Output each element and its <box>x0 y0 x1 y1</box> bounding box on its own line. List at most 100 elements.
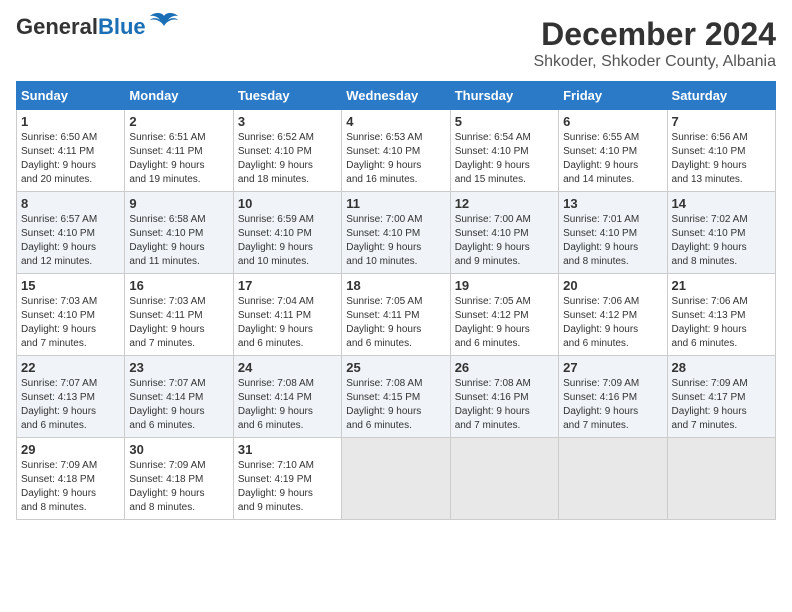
calendar-day-cell <box>559 438 667 520</box>
day-number: 7 <box>672 114 771 129</box>
day-info: Sunrise: 6:52 AMSunset: 4:10 PMDaylight:… <box>238 131 337 187</box>
calendar-day-cell: 9 Sunrise: 6:58 AMSunset: 4:10 PMDaylight… <box>125 192 233 274</box>
calendar-day-cell: 27 Sunrise: 7:09 AMSunset: 4:16 PMDayligh… <box>559 356 667 438</box>
calendar-day-cell: 11 Sunrise: 7:00 AMSunset: 4:10 PMDayligh… <box>342 192 450 274</box>
day-number: 6 <box>563 114 662 129</box>
weekday-header-wednesday: Wednesday <box>342 82 450 110</box>
calendar-body: 1Sunrise: 6:50 AMSunset: 4:11 PMDaylight… <box>17 110 776 520</box>
day-info: Sunrise: 7:00 AMSunset: 4:10 PMDaylight:… <box>346 213 445 269</box>
day-info: Sunrise: 7:08 AMSunset: 4:16 PMDaylight:… <box>455 377 554 433</box>
calendar-day-cell: 6 Sunrise: 6:55 AMSunset: 4:10 PMDaylight… <box>559 110 667 192</box>
calendar-day-cell: 23 Sunrise: 7:07 AMSunset: 4:14 PMDayligh… <box>125 356 233 438</box>
day-number: 11 <box>346 196 445 211</box>
day-number: 22 <box>21 360 120 375</box>
calendar-day-cell: 1Sunrise: 6:50 AMSunset: 4:11 PMDaylight… <box>17 110 125 192</box>
day-number: 25 <box>346 360 445 375</box>
day-info: Sunrise: 6:54 AMSunset: 4:10 PMDaylight:… <box>455 131 554 187</box>
calendar-day-cell <box>342 438 450 520</box>
day-number: 23 <box>129 360 228 375</box>
calendar-day-cell: 17 Sunrise: 7:04 AMSunset: 4:11 PMDayligh… <box>233 274 341 356</box>
weekday-header-sunday: Sunday <box>17 82 125 110</box>
day-info: Sunrise: 7:03 AMSunset: 4:11 PMDaylight:… <box>129 295 228 351</box>
calendar-day-cell: 8Sunrise: 6:57 AMSunset: 4:10 PMDaylight… <box>17 192 125 274</box>
day-number: 31 <box>238 442 337 457</box>
day-number: 9 <box>129 196 228 211</box>
calendar-week-row: 22Sunrise: 7:07 AMSunset: 4:13 PMDayligh… <box>17 356 776 438</box>
weekday-header-monday: Monday <box>125 82 233 110</box>
weekday-header-tuesday: Tuesday <box>233 82 341 110</box>
calendar-day-cell: 20 Sunrise: 7:06 AMSunset: 4:12 PMDayligh… <box>559 274 667 356</box>
day-number: 18 <box>346 278 445 293</box>
weekday-row: SundayMondayTuesdayWednesdayThursdayFrid… <box>17 82 776 110</box>
calendar-day-cell: 21 Sunrise: 7:06 AMSunset: 4:13 PMDayligh… <box>667 274 775 356</box>
calendar-week-row: 15Sunrise: 7:03 AMSunset: 4:10 PMDayligh… <box>17 274 776 356</box>
calendar-day-cell: 18 Sunrise: 7:05 AMSunset: 4:11 PMDayligh… <box>342 274 450 356</box>
day-number: 27 <box>563 360 662 375</box>
calendar-day-cell: 30 Sunrise: 7:09 AMSunset: 4:18 PMDayligh… <box>125 438 233 520</box>
day-info: Sunrise: 7:09 AMSunset: 4:18 PMDaylight:… <box>21 459 120 515</box>
day-info: Sunrise: 7:06 AMSunset: 4:13 PMDaylight:… <box>672 295 771 351</box>
day-number: 29 <box>21 442 120 457</box>
calendar-day-cell: 14 Sunrise: 7:02 AMSunset: 4:10 PMDayligh… <box>667 192 775 274</box>
page-subtitle: Shkoder, Shkoder County, Albania <box>533 53 776 71</box>
day-number: 13 <box>563 196 662 211</box>
day-info: Sunrise: 6:50 AMSunset: 4:11 PMDaylight:… <box>21 131 120 187</box>
day-number: 14 <box>672 196 771 211</box>
calendar-day-cell: 7 Sunrise: 6:56 AMSunset: 4:10 PMDaylight… <box>667 110 775 192</box>
day-info: Sunrise: 7:09 AMSunset: 4:17 PMDaylight:… <box>672 377 771 433</box>
day-info: Sunrise: 7:07 AMSunset: 4:14 PMDaylight:… <box>129 377 228 433</box>
day-info: Sunrise: 7:05 AMSunset: 4:12 PMDaylight:… <box>455 295 554 351</box>
weekday-header-thursday: Thursday <box>450 82 558 110</box>
calendar-day-cell: 5 Sunrise: 6:54 AMSunset: 4:10 PMDaylight… <box>450 110 558 192</box>
day-number: 17 <box>238 278 337 293</box>
calendar-day-cell: 28 Sunrise: 7:09 AMSunset: 4:17 PMDayligh… <box>667 356 775 438</box>
calendar-day-cell <box>667 438 775 520</box>
calendar-week-row: 1Sunrise: 6:50 AMSunset: 4:11 PMDaylight… <box>17 110 776 192</box>
day-number: 5 <box>455 114 554 129</box>
calendar-day-cell: 26 Sunrise: 7:08 AMSunset: 4:16 PMDayligh… <box>450 356 558 438</box>
weekday-header-saturday: Saturday <box>667 82 775 110</box>
day-info: Sunrise: 7:09 AMSunset: 4:16 PMDaylight:… <box>563 377 662 433</box>
day-info: Sunrise: 7:01 AMSunset: 4:10 PMDaylight:… <box>563 213 662 269</box>
calendar-day-cell: 2 Sunrise: 6:51 AMSunset: 4:11 PMDaylight… <box>125 110 233 192</box>
day-number: 2 <box>129 114 228 129</box>
day-number: 30 <box>129 442 228 457</box>
day-number: 16 <box>129 278 228 293</box>
calendar-day-cell: 13 Sunrise: 7:01 AMSunset: 4:10 PMDayligh… <box>559 192 667 274</box>
calendar-day-cell: 3Sunrise: 6:52 AMSunset: 4:10 PMDaylight… <box>233 110 341 192</box>
day-info: Sunrise: 7:09 AMSunset: 4:18 PMDaylight:… <box>129 459 228 515</box>
day-info: Sunrise: 7:10 AMSunset: 4:19 PMDaylight:… <box>238 459 337 515</box>
day-info: Sunrise: 7:08 AMSunset: 4:14 PMDaylight:… <box>238 377 337 433</box>
calendar-table: SundayMondayTuesdayWednesdayThursdayFrid… <box>16 81 776 520</box>
calendar-week-row: 29 Sunrise: 7:09 AMSunset: 4:18 PMDayligh… <box>17 438 776 520</box>
day-number: 20 <box>563 278 662 293</box>
calendar-day-cell: 25 Sunrise: 7:08 AMSunset: 4:15 PMDayligh… <box>342 356 450 438</box>
day-info: Sunrise: 6:58 AMSunset: 4:10 PMDaylight:… <box>129 213 228 269</box>
day-info: Sunrise: 7:04 AMSunset: 4:11 PMDaylight:… <box>238 295 337 351</box>
calendar-day-cell: 10Sunrise: 6:59 AMSunset: 4:10 PMDayligh… <box>233 192 341 274</box>
calendar-week-row: 8Sunrise: 6:57 AMSunset: 4:10 PMDaylight… <box>17 192 776 274</box>
day-info: Sunrise: 7:05 AMSunset: 4:11 PMDaylight:… <box>346 295 445 351</box>
day-number: 26 <box>455 360 554 375</box>
day-info: Sunrise: 7:02 AMSunset: 4:10 PMDaylight:… <box>672 213 771 269</box>
calendar-day-cell: 31 Sunrise: 7:10 AMSunset: 4:19 PMDayligh… <box>233 438 341 520</box>
calendar-day-cell: 15Sunrise: 7:03 AMSunset: 4:10 PMDayligh… <box>17 274 125 356</box>
calendar-day-cell: 19Sunrise: 7:05 AMSunset: 4:12 PMDayligh… <box>450 274 558 356</box>
calendar-day-cell: 4Sunrise: 6:53 AMSunset: 4:10 PMDaylight… <box>342 110 450 192</box>
day-number: 28 <box>672 360 771 375</box>
day-number: 21 <box>672 278 771 293</box>
day-info: Sunrise: 6:55 AMSunset: 4:10 PMDaylight:… <box>563 131 662 187</box>
day-info: Sunrise: 6:56 AMSunset: 4:10 PMDaylight:… <box>672 131 771 187</box>
day-info: Sunrise: 6:59 AMSunset: 4:10 PMDaylight:… <box>238 213 337 269</box>
day-info: Sunrise: 7:03 AMSunset: 4:10 PMDaylight:… <box>21 295 120 351</box>
day-number: 24 <box>238 360 337 375</box>
day-info: Sunrise: 6:51 AMSunset: 4:11 PMDaylight:… <box>129 131 228 187</box>
day-info: Sunrise: 7:08 AMSunset: 4:15 PMDaylight:… <box>346 377 445 433</box>
page-header: GeneralBlue December 2024 Shkoder, Shkod… <box>16 16 776 71</box>
day-info: Sunrise: 6:53 AMSunset: 4:10 PMDaylight:… <box>346 131 445 187</box>
calendar-header: SundayMondayTuesdayWednesdayThursdayFrid… <box>17 82 776 110</box>
logo-bird-icon <box>150 12 178 34</box>
title-block: December 2024 Shkoder, Shkoder County, A… <box>533 16 776 71</box>
weekday-header-friday: Friday <box>559 82 667 110</box>
day-info: Sunrise: 7:06 AMSunset: 4:12 PMDaylight:… <box>563 295 662 351</box>
